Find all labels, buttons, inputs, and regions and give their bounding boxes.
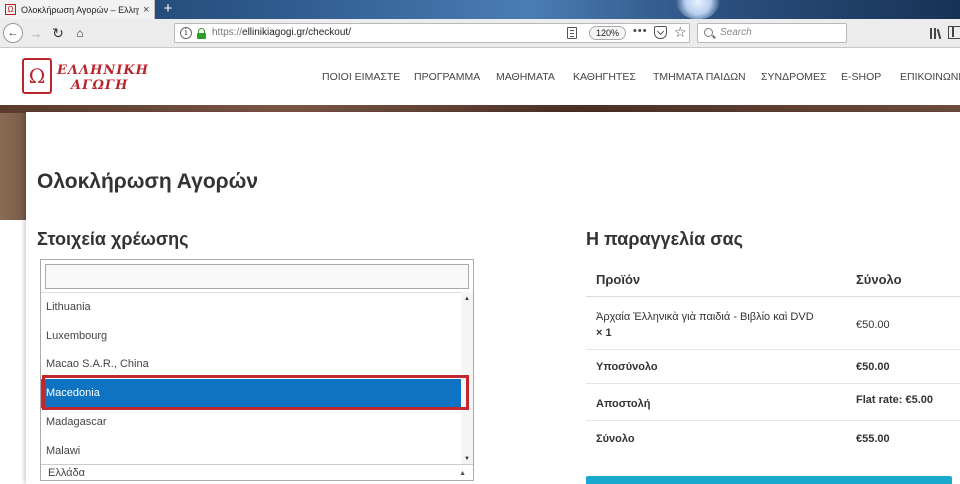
nav-item-program[interactable]: ΠΡΟΓΡΑΜΜΑ: [414, 71, 480, 83]
order-heading: Η παραγγελία σας: [586, 229, 743, 249]
site-favicon-icon: Ω: [5, 4, 16, 15]
order-item-name: Ἀρχαία Ἑλληνικὰ γιὰ παιδιά - Βιβλίο καὶ …: [596, 309, 846, 341]
dropdown-scrollbar[interactable]: ▲ ▼: [461, 292, 473, 464]
subtotal-label: Υποσύνολο: [596, 361, 658, 373]
nav-item-eshop[interactable]: E-SHOP: [841, 71, 881, 83]
checkout-card: Ολοκλήρωση Αγορών Στοιχεία χρέωσης Η παρ…: [26, 112, 960, 484]
table-row: Αποστολή Flat rate: €5.00: [586, 384, 960, 421]
tab-close-icon[interactable]: ×: [143, 4, 149, 16]
browser-tab-active[interactable]: Ω Ολοκλήρωση Αγορών – Ελληνι ×: [0, 0, 155, 19]
zoom-level-badge[interactable]: 120%: [589, 26, 627, 40]
shipping-value: Flat rate: €5.00: [856, 394, 934, 406]
tab-title: Ολοκλήρωση Αγορών – Ελληνι: [21, 4, 139, 15]
column-header-total: Σύνολο: [856, 272, 902, 287]
country-option[interactable]: Macao S.A.R., China: [41, 350, 463, 379]
home-icon[interactable]: ⌂: [72, 24, 88, 43]
country-dropdown[interactable]: Lithuania Luxembourg Macao S.A.R., China…: [40, 259, 474, 481]
order-item-title: Ἀρχαία Ἑλληνικὰ γιὰ παιδιά - Βιβλίο καὶ …: [596, 311, 814, 323]
nav-item-contact[interactable]: ΕΠΙΚΟΙΝΩΝΙΑ: [900, 71, 960, 83]
country-options-list[interactable]: Lithuania Luxembourg Macao S.A.R., China…: [41, 292, 463, 464]
subtotal-value: €50.00: [856, 361, 890, 373]
browser-toolbar: ← → ↻ ⌂ i https://ellinikiagogi.gr/check…: [0, 19, 960, 48]
search-icon: [704, 28, 713, 37]
back-icon[interactable]: ←: [3, 23, 23, 43]
sidebar-toggle-icon[interactable]: [948, 26, 960, 39]
library-icon[interactable]: [930, 26, 942, 40]
url-path: ellinikiagogi.gr/checkout/: [242, 27, 351, 38]
bookmark-star-icon[interactable]: ☆: [674, 24, 687, 41]
nav-item-children[interactable]: ΤΜΗΜΑΤΑ ΠΑΙΔΩΝ: [653, 71, 746, 83]
url-bar[interactable]: i https://ellinikiagogi.gr/checkout/ 120…: [174, 23, 690, 43]
order-item-price: €50.00: [856, 319, 890, 331]
table-row: Σύνολο €55.00: [586, 421, 960, 456]
scroll-up-icon[interactable]: ▲: [464, 296, 470, 302]
table-header-row: Προϊόν Σύνολο: [586, 260, 960, 297]
page-title: Ολοκλήρωση Αγορών: [37, 170, 259, 193]
nav-item-lessons[interactable]: ΜΑΘΗΜΑΤΑ: [496, 71, 555, 83]
country-current-value: Ελλάδα: [48, 467, 86, 479]
table-row: Υποσύνολο €50.00: [586, 350, 960, 384]
nav-item-about[interactable]: ΠΟΙΟΙ ΕΙΜΑΣΤΕ: [322, 71, 400, 83]
billing-heading: Στοιχεία χρέωσης: [37, 229, 189, 249]
site-header: Ω ΕΛΛΗΝΙΚΗ ΑΓΩΓΗ ΠΟΙΟΙ ΕΙΜΑΣΤΕ ΠΡΟΓΡΑΜΜΑ…: [0, 48, 960, 105]
site-navigation: ΠΟΙΟΙ ΕΙΜΑΣΤΕ ΠΡΟΓΡΑΜΜΑ ΜΑΘΗΜΑΤΑ ΚΑΘΗΓΗΤ…: [0, 71, 960, 85]
country-select-current[interactable]: Ελλάδα ▲: [41, 464, 473, 481]
country-option-selected[interactable]: Macedonia: [41, 379, 463, 408]
url-text[interactable]: https://ellinikiagogi.gr/checkout/: [212, 27, 351, 38]
nav-item-teachers[interactable]: ΚΑΘΗΓΗΤΕΣ: [573, 71, 636, 83]
total-value: €55.00: [856, 433, 890, 445]
page-info-icon[interactable]: i: [180, 27, 192, 39]
url-protocol: https://: [212, 27, 243, 38]
order-item-qty: × 1: [596, 327, 612, 339]
theme-moon-decoration: [676, 0, 720, 19]
new-tab-button[interactable]: +: [161, 0, 175, 19]
page-actions-icon[interactable]: •••: [633, 25, 648, 37]
place-order-button[interactable]: [586, 476, 952, 484]
browser-search-input[interactable]: Search: [697, 23, 847, 43]
nav-item-subscriptions[interactable]: ΣΥΝΔΡΟΜΕΣ: [761, 71, 827, 83]
country-option[interactable]: Malawi: [41, 437, 463, 464]
country-option[interactable]: Lithuania: [41, 293, 463, 322]
country-option[interactable]: Luxembourg: [41, 322, 463, 351]
search-placeholder: Search: [720, 27, 752, 38]
caret-up-icon: ▲: [459, 470, 466, 477]
browser-tab-strip: Ω Ολοκλήρωση Αγορών – Ελληνι × +: [0, 0, 960, 19]
scroll-down-icon[interactable]: ▼: [464, 456, 470, 462]
total-label: Σύνολο: [596, 433, 635, 445]
shipping-label: Αποστολή: [596, 398, 651, 410]
country-option[interactable]: Madagascar: [41, 408, 463, 437]
forward-icon[interactable]: →: [28, 24, 44, 43]
reload-icon[interactable]: ↻: [50, 24, 66, 43]
pocket-icon[interactable]: [654, 26, 667, 39]
lock-icon[interactable]: [197, 28, 206, 39]
country-search-input[interactable]: [45, 264, 469, 289]
column-header-product: Προϊόν: [596, 272, 641, 287]
reader-view-icon[interactable]: [567, 27, 577, 39]
table-row: Ἀρχαία Ἑλληνικὰ γιὰ παιδιά - Βιβλίο καὶ …: [586, 297, 960, 350]
